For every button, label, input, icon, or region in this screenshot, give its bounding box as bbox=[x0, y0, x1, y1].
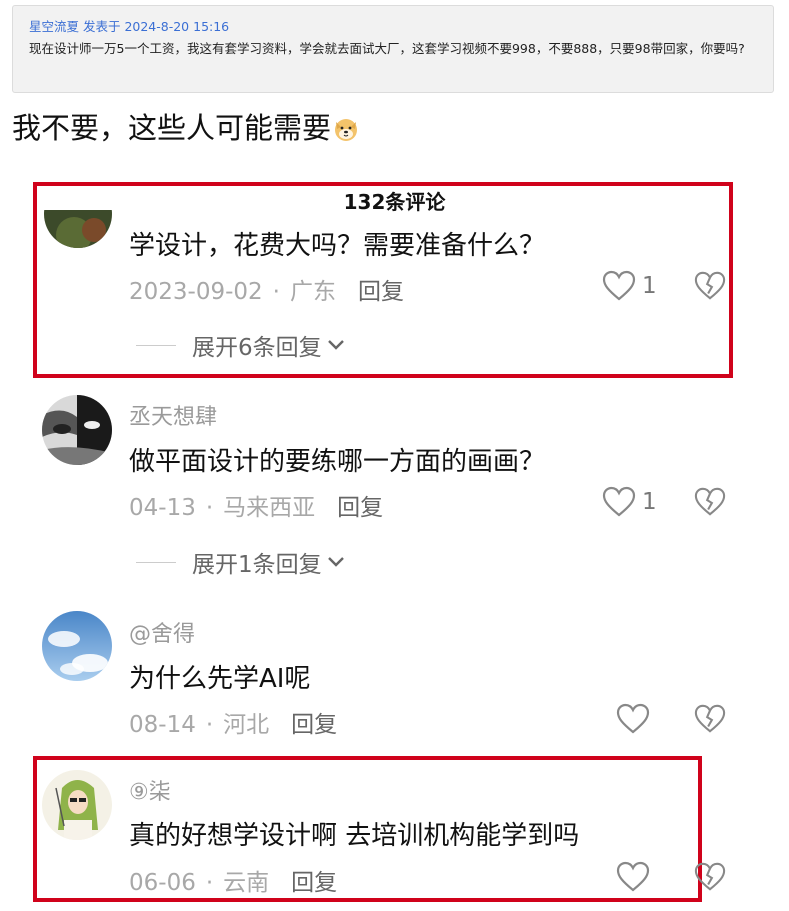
like-button[interactable] bbox=[616, 703, 650, 735]
reply-button[interactable]: 回复 bbox=[291, 870, 337, 896]
broken-heart-icon bbox=[694, 271, 726, 300]
reply-text: 我不要，这些人可能需要 bbox=[12, 108, 359, 152]
comment-content: 学设计，花费大吗？需要准备什么？ bbox=[129, 231, 546, 261]
comment-location: 云南 bbox=[223, 870, 270, 896]
like-button[interactable]: 1 bbox=[602, 486, 657, 518]
dog-emoji-icon bbox=[333, 112, 359, 152]
like-count: 1 bbox=[642, 273, 657, 299]
expand-replies-button[interactable]: 展开6条回复 bbox=[136, 328, 346, 362]
quote-meta: 星空流夏 发表于 2024-8-20 15:16 bbox=[29, 19, 230, 34]
chevron-down-icon bbox=[327, 340, 344, 350]
dislike-button[interactable] bbox=[694, 270, 726, 306]
heart-icon bbox=[602, 486, 636, 517]
comment-meta: 2023-09-02 · 广东 回复 bbox=[129, 272, 404, 306]
avatar[interactable] bbox=[42, 611, 112, 681]
comment-date: 2023-09-02 bbox=[129, 279, 263, 305]
avatar[interactable] bbox=[42, 395, 112, 465]
reply-button[interactable]: 回复 bbox=[337, 495, 383, 521]
quoted-post: 星空流夏 发表于 2024-8-20 15:16 现在设计师一万5一个工资，我这… bbox=[12, 5, 774, 93]
separator-dot: · bbox=[205, 495, 214, 521]
comment-location: 马来西亚 bbox=[223, 495, 316, 521]
chevron-down-icon bbox=[327, 557, 344, 567]
expand-replies-button[interactable]: 展开1条回复 bbox=[136, 545, 346, 579]
broken-heart-icon bbox=[694, 704, 726, 733]
broken-heart-icon bbox=[694, 487, 726, 516]
separator-dot: · bbox=[205, 870, 214, 896]
heart-icon bbox=[616, 861, 650, 892]
expand-replies-label: 展开1条回复 bbox=[192, 552, 322, 578]
comment-date: 06-06 bbox=[129, 870, 196, 896]
comment-content: 为什么先学AI呢 bbox=[129, 664, 311, 694]
quote-body: 现在设计师一万5一个工资，我这有套学习资料，学会就去面试大厂，这套学习视频不要9… bbox=[29, 41, 745, 56]
separator-dot: · bbox=[205, 712, 214, 738]
dislike-button[interactable] bbox=[694, 703, 726, 739]
comment-content: 做平面设计的要练哪一方面的画画？ bbox=[129, 447, 546, 477]
reply-button[interactable]: 回复 bbox=[358, 279, 404, 305]
comment-location: 广东 bbox=[289, 279, 336, 305]
reply-button[interactable]: 回复 bbox=[291, 712, 337, 738]
expand-replies-label: 展开6条回复 bbox=[192, 335, 322, 361]
heart-icon bbox=[602, 270, 636, 301]
dislike-button[interactable] bbox=[694, 861, 726, 897]
comment-date: 04-13 bbox=[129, 495, 196, 521]
comments-count-title: 132条评论 bbox=[343, 190, 446, 214]
broken-heart-icon bbox=[694, 862, 726, 891]
like-button[interactable] bbox=[616, 861, 650, 893]
comment-content: 真的好想学设计啊 去培训机构能学到吗 bbox=[129, 821, 580, 851]
divider-line bbox=[136, 561, 176, 563]
comment-date: 08-14 bbox=[129, 712, 196, 738]
reply-text-content: 我不要，这些人可能需要 bbox=[12, 111, 332, 145]
comment-meta: 06-06 · 云南 回复 bbox=[129, 863, 337, 897]
comment-username[interactable]: 丞天想肆 bbox=[129, 399, 217, 431]
separator-dot: · bbox=[272, 279, 280, 305]
avatar[interactable] bbox=[42, 770, 112, 840]
heart-icon bbox=[616, 703, 650, 734]
comment-username[interactable]: ⑨柒 bbox=[129, 774, 171, 806]
divider-line bbox=[136, 344, 176, 346]
comment-meta: 04-13 · 马来西亚 回复 bbox=[129, 488, 383, 522]
comment-meta: 08-14 · 河北 回复 bbox=[129, 705, 337, 739]
comment-location: 河北 bbox=[223, 712, 270, 738]
dislike-button[interactable] bbox=[694, 486, 726, 522]
comment-username[interactable]: @舍得 bbox=[129, 616, 195, 648]
like-count: 1 bbox=[642, 489, 657, 515]
like-button[interactable]: 1 bbox=[602, 270, 657, 302]
